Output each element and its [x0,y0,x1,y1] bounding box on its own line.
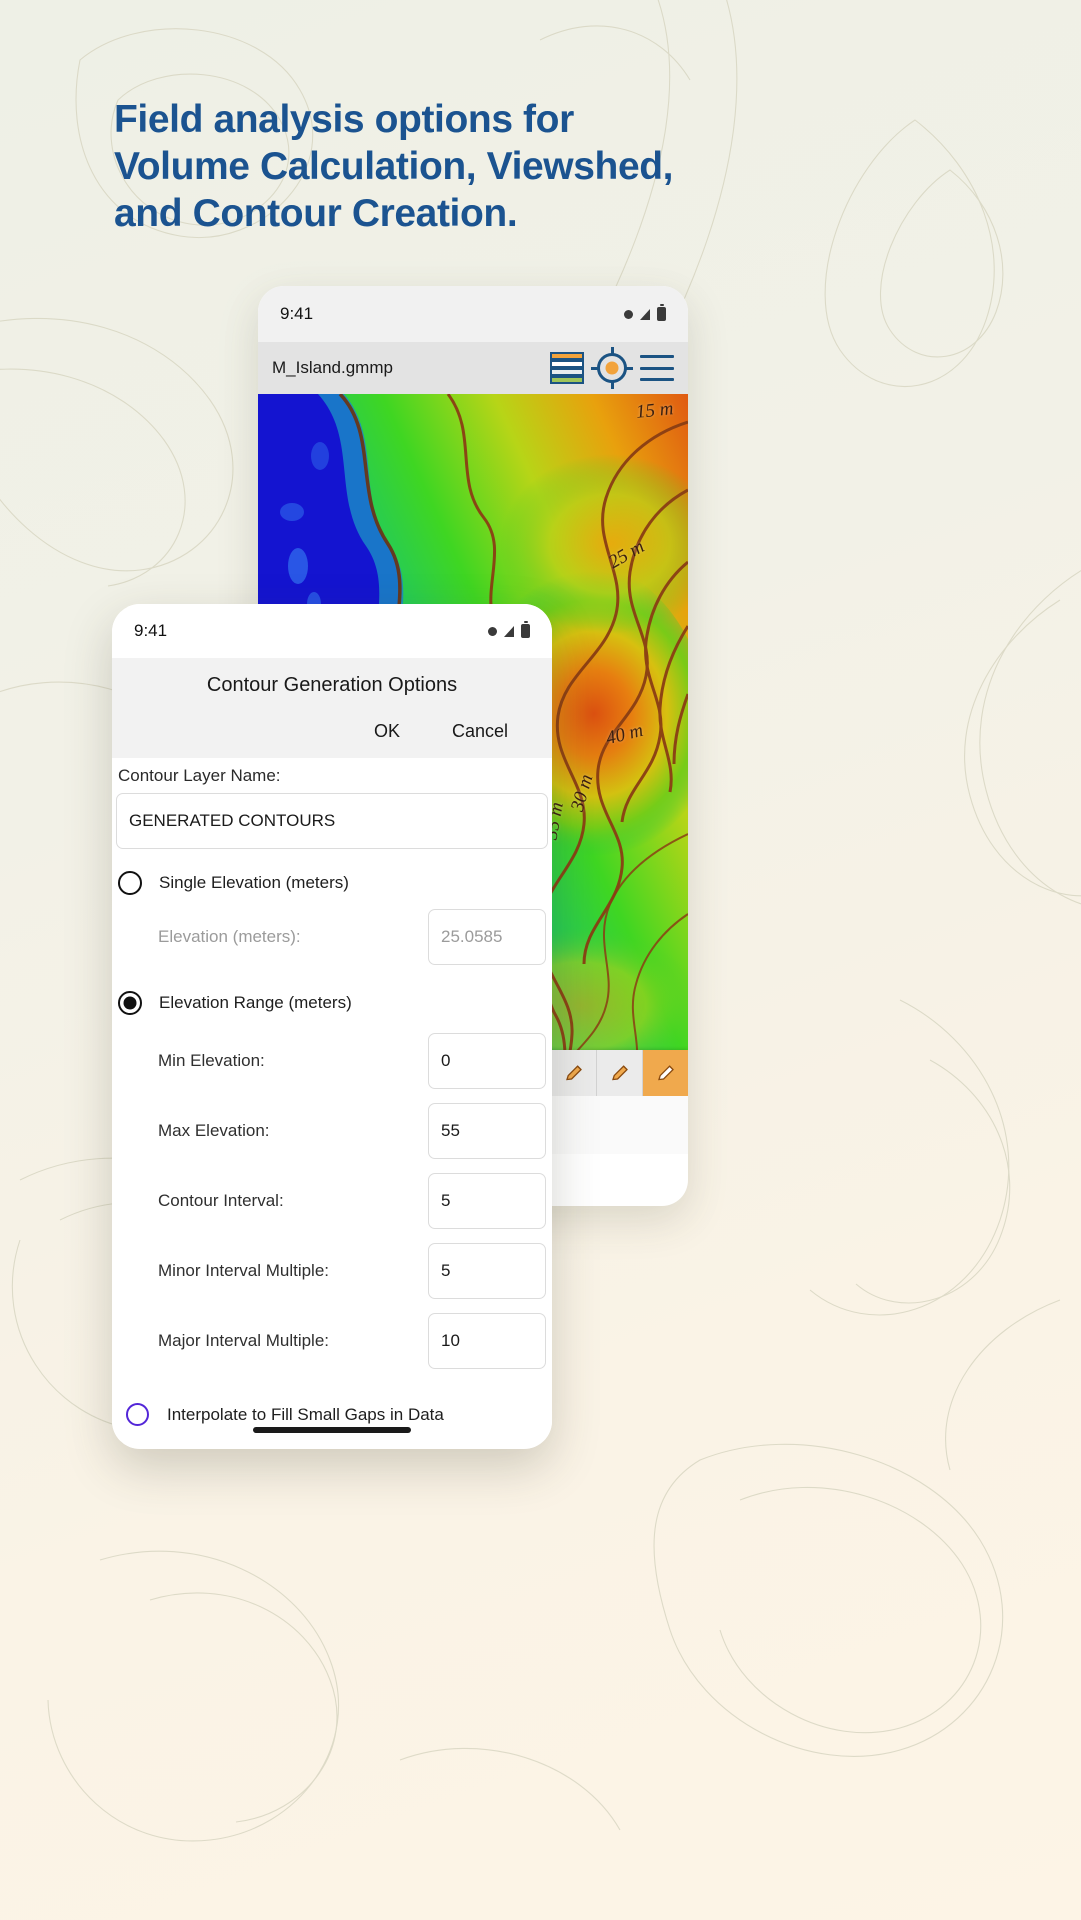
battery-icon [521,621,530,638]
ok-button[interactable]: OK [374,721,400,742]
elevation-field-label: Elevation (meters): [158,927,301,946]
map-phone-status-bar: 9:41 [258,286,688,342]
menu-icon[interactable] [640,355,674,381]
layers-icon[interactable] [550,352,584,384]
cancel-button[interactable]: Cancel [452,721,508,742]
signal-dot-icon [624,309,633,319]
layer-name-input[interactable]: GENERATED CONTOURS [116,793,548,849]
status-icons [488,621,530,638]
pencil-icon [609,1062,631,1084]
signal-triangle-icon [640,308,650,320]
page-title: Field analysis options for Volume Calcul… [114,96,734,237]
max-elevation-input[interactable]: 55 [428,1103,546,1159]
min-elevation-row: Min Elevation: 0 [112,1033,552,1089]
project-filename: M_Island.gmmp [272,358,393,377]
dialog-title: Contour Generation Options [112,658,552,697]
minor-interval-label: Minor Interval Multiple: [158,1261,330,1280]
pencil-tool-button-2[interactable] [596,1050,642,1096]
headline-line-3: and Contour Creation. [114,192,518,235]
single-elevation-label: Single Elevation (meters) [159,873,349,892]
status-time: 9:41 [134,621,168,640]
elevation-range-radio[interactable] [118,991,142,1015]
home-indicator [253,1427,411,1433]
signal-triangle-icon [504,625,514,637]
status-time: 9:41 [280,304,314,323]
major-interval-row: Major Interval Multiple: 10 [112,1313,552,1369]
status-icons [624,304,666,321]
headline-line-2: Volume Calculation, Viewshed, [114,145,674,188]
min-elevation-input[interactable]: 0 [428,1033,546,1089]
minor-interval-row: Minor Interval Multiple: 5 [112,1243,552,1299]
target-icon[interactable] [591,347,633,389]
map-app-bar: M_Island.gmmp [258,342,688,394]
signal-dot-icon [488,626,497,636]
single-elevation-radio-row[interactable]: Single Elevation (meters) [112,871,552,895]
max-elevation-label: Max Elevation: [158,1121,270,1140]
dialog-action-bar: OK Cancel [112,697,552,758]
elevation-range-label: Elevation Range (meters) [159,993,352,1012]
battery-icon [657,304,666,321]
single-elevation-field-row: Elevation (meters): 25.0585 [112,909,552,965]
dialog-phone-mockup: 9:41 Contour Generation Options OK Cance… [112,604,552,1449]
single-elevation-radio[interactable] [118,871,142,895]
interpolate-gaps-row[interactable]: Interpolate to Fill Small Gaps in Data [112,1403,552,1426]
interpolate-gaps-label: Interpolate to Fill Small Gaps in Data [167,1404,444,1424]
pencil-tool-button-active[interactable] [642,1050,688,1096]
pencil-tool-button-1[interactable] [550,1050,596,1096]
major-interval-input[interactable]: 10 [428,1313,546,1369]
elevation-range-radio-row[interactable]: Elevation Range (meters) [112,991,552,1015]
pencil-icon [655,1062,677,1084]
interpolate-gaps-checkbox[interactable] [126,1403,149,1426]
max-elevation-row: Max Elevation: 55 [112,1103,552,1159]
map-label: 15 m [634,398,675,423]
major-interval-label: Major Interval Multiple: [158,1331,330,1350]
contour-interval-label: Contour Interval: [158,1191,284,1210]
headline-line-1: Field analysis options for [114,98,574,141]
contour-interval-input[interactable]: 5 [428,1173,546,1229]
layer-name-label: Contour Layer Name: [118,766,281,785]
contour-interval-row: Contour Interval: 5 [112,1173,552,1229]
pencil-icon [563,1062,585,1084]
dialog-body: Contour Layer Name: GENERATED CONTOURS S… [112,758,552,1448]
min-elevation-label: Min Elevation: [158,1051,265,1070]
minor-interval-input[interactable]: 5 [428,1243,546,1299]
dialog-phone-status-bar: 9:41 [112,604,552,658]
elevation-input[interactable]: 25.0585 [428,909,546,965]
